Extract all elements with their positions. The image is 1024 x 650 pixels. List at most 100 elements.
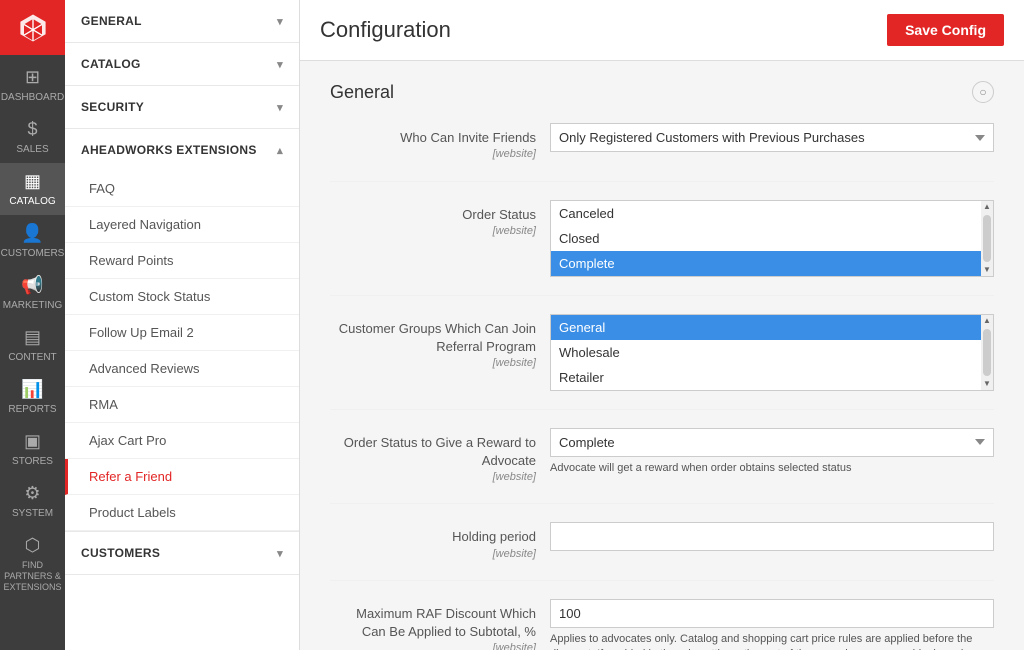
marketing-icon: 📢 (21, 275, 43, 296)
nav-label-sales: SALES (16, 144, 48, 155)
sidebar-section-label-security: SECURITY (81, 100, 144, 114)
sidebar-item-custom-stock-status[interactable]: Custom Stock Status (65, 279, 299, 315)
select-order-status-reward[interactable]: Complete (550, 428, 994, 457)
sidebar-section-security: SECURITY ▾ (65, 86, 299, 129)
sidebar-items-aheadworks: FAQ Layered Navigation Reward Points Cus… (65, 171, 299, 531)
list-item[interactable]: General (551, 315, 993, 340)
nav-label-customers: CUSTOMERS (1, 248, 65, 259)
multiselect-customer-groups[interactable]: General Wholesale Retailer ▲ ▼ (550, 314, 994, 391)
sidebar-item-ajax-cart-pro[interactable]: Ajax Cart Pro (65, 423, 299, 459)
list-item[interactable]: Complete (551, 251, 993, 276)
form-row-order-status-reward: Order Status to Give a Reward to Advocat… (330, 428, 994, 505)
app-logo[interactable] (0, 0, 65, 55)
scroll-down-arrow[interactable]: ▼ (981, 264, 993, 276)
scope-holding-period: [website] (330, 547, 536, 562)
scrollbar-customer-groups: ▲ ▼ (981, 315, 993, 390)
stores-icon: ▣ (24, 431, 41, 452)
sidebar-item-follow-up-email[interactable]: Follow Up Email 2 (65, 315, 299, 351)
sidebar-item-rma[interactable]: RMA (65, 387, 299, 423)
nav-item-marketing[interactable]: 📢 MARKETING (0, 267, 65, 319)
nav-item-sales[interactable]: $ SALES (0, 111, 65, 163)
sidebar-section-header-customers[interactable]: CUSTOMERS ▾ (65, 532, 299, 574)
select-who-can-invite[interactable]: Only Registered Customers with Previous … (550, 123, 994, 152)
nav-item-stores[interactable]: ▣ STORES (0, 423, 65, 475)
sidebar-section-header-catalog[interactable]: CATALOG ▾ (65, 43, 299, 85)
nav-item-content[interactable]: ▤ CONTENT (0, 319, 65, 371)
sales-icon: $ (27, 119, 37, 140)
sidebar-section-customers: CUSTOMERS ▾ (65, 532, 299, 575)
nav-item-catalog[interactable]: ▦ CATALOG (0, 163, 65, 215)
control-holding-period (550, 522, 994, 551)
label-holding-period: Holding period [website] (330, 522, 550, 562)
main-content: Configuration Save Config General ○ Who … (300, 0, 1024, 650)
sidebar-item-reward-points[interactable]: Reward Points (65, 243, 299, 279)
list-item[interactable]: Canceled (551, 201, 993, 226)
sidebar-section-general: GENERAL ▾ (65, 0, 299, 43)
scope-order-status-reward: [website] (330, 470, 536, 485)
scroll-up-arrow[interactable]: ▲ (981, 315, 993, 327)
save-config-button[interactable]: Save Config (887, 14, 1004, 46)
left-navigation: ⊞ DASHBOARD $ SALES ▦ CATALOG 👤 CUSTOMER… (0, 0, 65, 650)
label-customer-groups: Customer Groups Which Can Join Referral … (330, 314, 550, 372)
label-who-can-invite: Who Can Invite Friends [website] (330, 123, 550, 163)
scroll-up-arrow[interactable]: ▲ (981, 201, 993, 213)
input-max-raf-discount[interactable] (550, 599, 994, 628)
sidebar-section-label-aheadworks: AHEADWORKS EXTENSIONS (81, 143, 257, 157)
form-row-holding-period: Holding period [website] (330, 522, 994, 581)
sidebar-section-header-general[interactable]: GENERAL ▾ (65, 0, 299, 42)
scroll-down-arrow[interactable]: ▼ (981, 378, 993, 390)
multiselect-customer-groups-list: General Wholesale Retailer (551, 315, 993, 390)
multiselect-order-status[interactable]: Canceled Closed Complete ▲ ▼ (550, 200, 994, 277)
control-order-status-reward: Complete Advocate will get a reward when… (550, 428, 994, 476)
sidebar-item-layered-navigation[interactable]: Layered Navigation (65, 207, 299, 243)
scope-customer-groups: [website] (330, 356, 536, 371)
nav-label-marketing: MARKETING (3, 300, 62, 311)
sidebar-section-label-general: GENERAL (81, 14, 142, 28)
form-row-who-can-invite: Who Can Invite Friends [website] Only Re… (330, 123, 994, 182)
sidebar-item-refer-a-friend[interactable]: Refer a Friend (65, 459, 299, 495)
scope-order-status: [website] (330, 224, 536, 239)
list-item[interactable]: Retailer (551, 365, 993, 390)
system-icon: ⚙ (24, 483, 40, 504)
list-item[interactable]: Wholesale (551, 340, 993, 365)
section-title-row: General ○ (330, 81, 994, 103)
scope-max-raf-discount: [website] (330, 641, 536, 650)
nav-item-reports[interactable]: 📊 REPORTS (0, 371, 65, 423)
input-holding-period[interactable] (550, 522, 994, 551)
catalog-icon: ▦ (24, 171, 41, 192)
sidebar-item-product-labels[interactable]: Product Labels (65, 495, 299, 531)
section-title: General (330, 82, 394, 103)
sidebar-section-header-aheadworks[interactable]: AHEADWORKS EXTENSIONS ▴ (65, 129, 299, 171)
control-who-can-invite: Only Registered Customers with Previous … (550, 123, 994, 152)
list-item[interactable]: Closed (551, 226, 993, 251)
form-row-customer-groups: Customer Groups Which Can Join Referral … (330, 314, 994, 410)
scrollbar-order-status: ▲ ▼ (981, 201, 993, 276)
customers-icon: 👤 (21, 223, 43, 244)
top-bar: Configuration Save Config (300, 0, 1024, 61)
form-row-max-raf-discount: Maximum RAF Discount Which Can Be Applie… (330, 599, 994, 650)
scroll-thumb (983, 329, 991, 376)
scroll-thumb (983, 215, 991, 262)
nav-item-system[interactable]: ⚙ SYSTEM (0, 475, 65, 527)
sidebar-section-header-security[interactable]: SECURITY ▾ (65, 86, 299, 128)
sidebar-item-advanced-reviews[interactable]: Advanced Reviews (65, 351, 299, 387)
page-title: Configuration (320, 17, 451, 43)
sidebar-section-catalog: CATALOG ▾ (65, 43, 299, 86)
content-area: General ○ Who Can Invite Friends [websit… (300, 61, 1024, 650)
label-order-status-reward: Order Status to Give a Reward to Advocat… (330, 428, 550, 486)
scope-who-can-invite: [website] (330, 147, 536, 162)
nav-item-dashboard[interactable]: ⊞ DASHBOARD (0, 59, 65, 111)
sidebar-item-faq[interactable]: FAQ (65, 171, 299, 207)
content-icon: ▤ (24, 327, 41, 348)
nav-item-extensions[interactable]: ⬡ FIND PARTNERS & EXTENSIONS (0, 527, 65, 600)
label-order-status: Order Status [website] (330, 200, 550, 240)
hint-max-raf-discount: Applies to advocates only. Catalog and s… (550, 632, 994, 650)
sidebar-section-label-customers: CUSTOMERS (81, 546, 160, 560)
control-max-raf-discount: Applies to advocates only. Catalog and s… (550, 599, 994, 650)
sidebar-section-label-catalog: CATALOG (81, 57, 141, 71)
sidebar-section-aheadworks: AHEADWORKS EXTENSIONS ▴ FAQ Layered Navi… (65, 129, 299, 532)
nav-item-customers[interactable]: 👤 CUSTOMERS (0, 215, 65, 267)
nav-label-extensions: FIND PARTNERS & EXTENSIONS (4, 560, 62, 592)
multiselect-order-status-list: Canceled Closed Complete (551, 201, 993, 276)
collapse-icon[interactable]: ○ (972, 81, 994, 103)
